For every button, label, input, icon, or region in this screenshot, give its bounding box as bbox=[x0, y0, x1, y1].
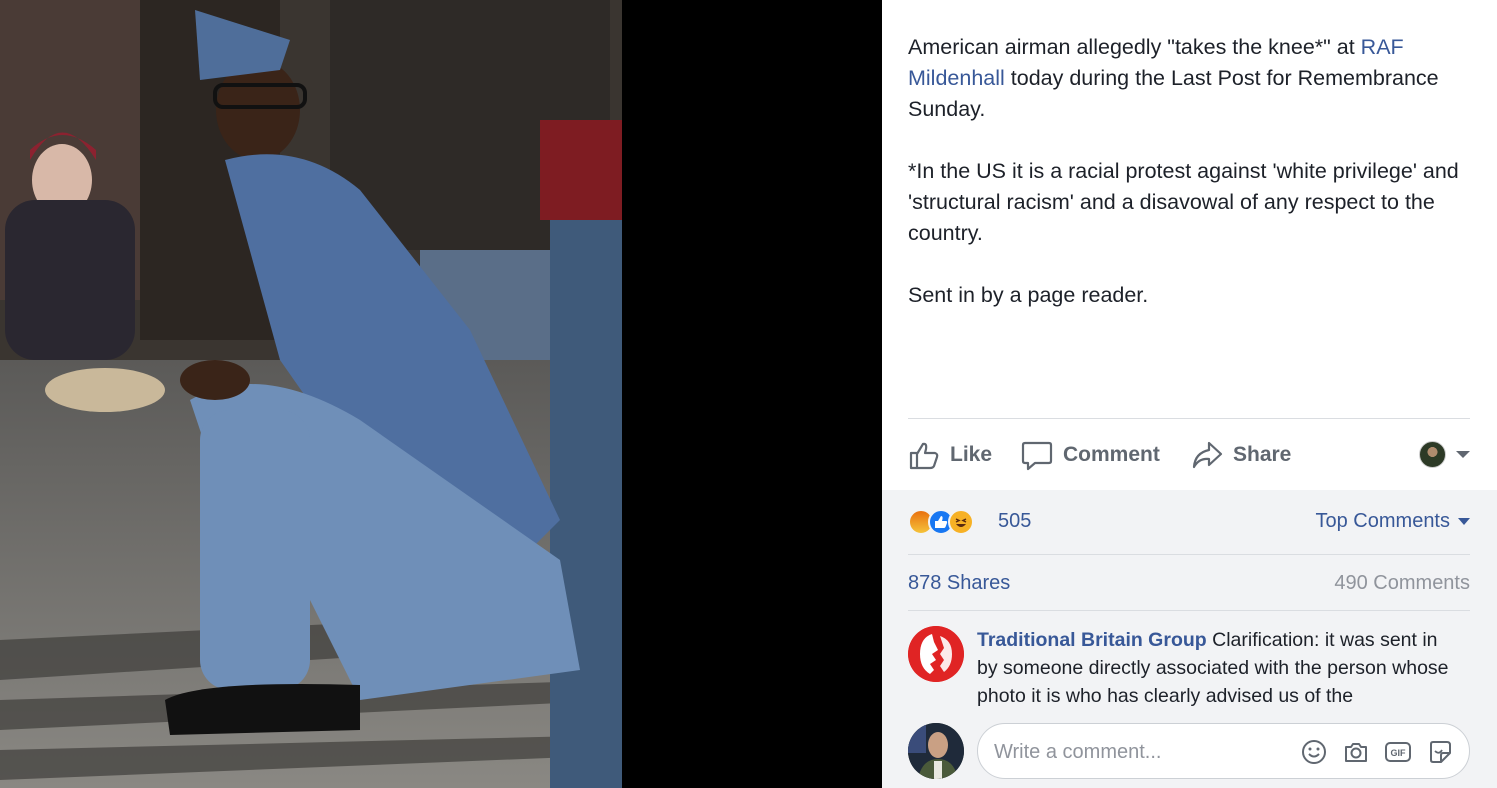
shares-count[interactable]: 878 Shares bbox=[908, 572, 1010, 595]
composer-tools: GIF bbox=[1299, 737, 1455, 767]
comment-body: Traditional Britain Group Clarification:… bbox=[977, 626, 1457, 710]
comment-composer: GIF bbox=[908, 723, 1470, 779]
divider bbox=[908, 610, 1470, 611]
share-icon bbox=[1192, 441, 1223, 469]
avatar bbox=[1419, 441, 1446, 468]
comment-sort-dropdown[interactable]: Top Comments bbox=[1315, 510, 1470, 533]
gif-icon[interactable]: GIF bbox=[1383, 737, 1413, 767]
chevron-down-icon bbox=[1458, 518, 1470, 525]
like-icon bbox=[909, 442, 939, 470]
post-stats: 878 Shares 490 Comments bbox=[908, 572, 1470, 598]
feedback-section: 505 Top Comments 878 Shares 490 Comments bbox=[882, 490, 1497, 788]
comment-button[interactable]: Comment bbox=[1021, 438, 1160, 472]
photo-stage bbox=[0, 0, 882, 788]
comment-label: Comment bbox=[1063, 443, 1160, 466]
comment-sort-label: Top Comments bbox=[1315, 510, 1451, 532]
post-panel: American airman allegedly "takes the kne… bbox=[882, 0, 1497, 788]
avatar[interactable] bbox=[908, 626, 964, 682]
divider bbox=[908, 554, 1470, 555]
reaction-count[interactable]: 505 bbox=[998, 510, 1031, 533]
emoji-icon[interactable] bbox=[1299, 737, 1329, 767]
like-button[interactable]: Like bbox=[908, 438, 992, 472]
user-photo bbox=[908, 723, 964, 779]
avatar bbox=[908, 723, 964, 779]
facebook-photo-viewer: American airman allegedly "takes the kne… bbox=[0, 0, 1497, 788]
post-caption: American airman allegedly "takes the kne… bbox=[908, 32, 1473, 342]
haha-reaction-icon bbox=[948, 509, 974, 535]
share-label: Share bbox=[1233, 443, 1292, 466]
chevron-down-icon bbox=[1456, 451, 1470, 458]
divider bbox=[908, 418, 1470, 419]
comment-input-box: GIF bbox=[977, 723, 1470, 779]
share-button[interactable]: Share bbox=[1191, 438, 1291, 472]
caption-paragraph-2: *In the US it is a racial protest agains… bbox=[908, 159, 1459, 245]
svg-text:GIF: GIF bbox=[1391, 748, 1407, 758]
sticker-icon[interactable] bbox=[1425, 737, 1455, 767]
reactions-summary[interactable]: 505 Top Comments bbox=[908, 507, 1470, 537]
group-logo-icon bbox=[908, 626, 964, 682]
like-label: Like bbox=[950, 443, 993, 466]
action-bar: Like Comment Share bbox=[908, 432, 1470, 478]
comment-author[interactable]: Traditional Britain Group bbox=[977, 629, 1207, 651]
comment-input[interactable] bbox=[994, 738, 1294, 766]
caption-paragraph-1: American airman allegedly "takes the kne… bbox=[908, 32, 1473, 125]
comments-count[interactable]: 490 Comments bbox=[1334, 572, 1470, 595]
photo-illustration bbox=[0, 0, 622, 788]
caption-paragraph-3: Sent in by a page reader. bbox=[908, 283, 1149, 307]
camera-icon[interactable] bbox=[1341, 737, 1371, 767]
post-photo[interactable] bbox=[0, 0, 622, 788]
caption-text: American airman allegedly "takes the kne… bbox=[908, 35, 1361, 59]
comment-icon bbox=[1021, 441, 1053, 471]
post-as-selector[interactable] bbox=[1419, 441, 1470, 468]
